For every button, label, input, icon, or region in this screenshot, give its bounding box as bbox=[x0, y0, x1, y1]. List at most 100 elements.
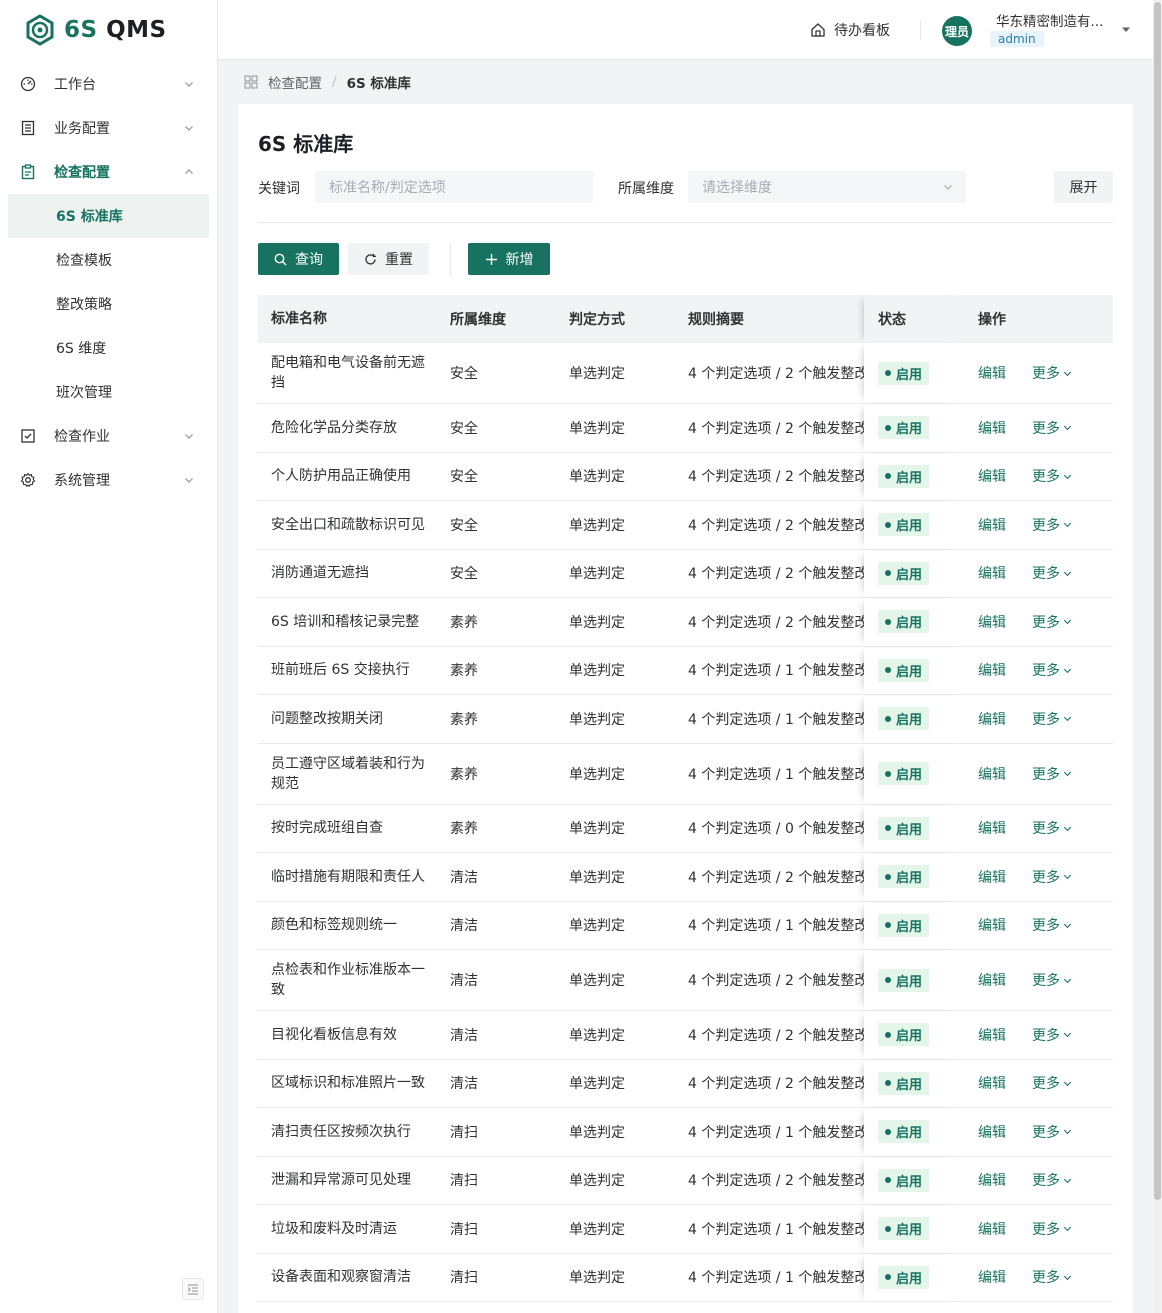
status-dot bbox=[885, 922, 891, 929]
edit-link[interactable]: 编辑 bbox=[978, 1025, 1006, 1045]
menu-workbench[interactable]: 工作台 bbox=[0, 62, 217, 106]
submenu-shift-management[interactable]: 班次管理 bbox=[0, 370, 217, 414]
role-badge: admin bbox=[990, 31, 1044, 47]
status-text: 启用 bbox=[896, 822, 923, 838]
cell-status: 启用 bbox=[864, 695, 964, 743]
breadcrumb-parent[interactable]: 检查配置 bbox=[268, 72, 322, 92]
submenu-6s-standard-library[interactable]: 6S 标准库 bbox=[8, 194, 209, 238]
brand-name: 6S QMS bbox=[64, 17, 167, 43]
cell-dimension: 清洁 bbox=[450, 869, 478, 886]
more-dropdown[interactable]: 更多 bbox=[1032, 709, 1073, 729]
submenu-inspection-template[interactable]: 检查模板 bbox=[0, 238, 217, 282]
submenu-rectification-strategy[interactable]: 整改策略 bbox=[0, 282, 217, 326]
dimension-select[interactable]: 请选择维度 bbox=[688, 171, 966, 203]
chevron-down-icon bbox=[1063, 474, 1072, 479]
more-dropdown[interactable]: 更多 bbox=[1032, 1219, 1073, 1239]
edit-link[interactable]: 编辑 bbox=[978, 915, 1006, 935]
edit-link[interactable]: 编辑 bbox=[978, 466, 1006, 486]
more-dropdown[interactable]: 更多 bbox=[1032, 818, 1073, 838]
cell-standard-name: 点检表和作业标准版本一致 bbox=[271, 962, 425, 998]
status-badge: 启用 bbox=[878, 561, 930, 585]
cell-dimension: 安全 bbox=[450, 420, 478, 437]
edit-link[interactable]: 编辑 bbox=[978, 764, 1006, 784]
menu-inspection-config[interactable]: 检查配置 bbox=[0, 150, 217, 194]
todo-board-link[interactable]: 待办看板 bbox=[810, 20, 890, 40]
more-dropdown[interactable]: 更多 bbox=[1032, 915, 1073, 935]
reset-button[interactable]: 重置 bbox=[348, 243, 429, 275]
avatar[interactable]: 理员 bbox=[942, 16, 972, 46]
add-button[interactable]: 新增 bbox=[468, 243, 550, 275]
edit-link[interactable]: 编辑 bbox=[978, 818, 1006, 838]
edit-link[interactable]: 编辑 bbox=[978, 612, 1006, 632]
chevron-down-icon bbox=[1063, 874, 1072, 880]
edit-link[interactable]: 编辑 bbox=[978, 418, 1006, 438]
edit-link[interactable]: 编辑 bbox=[978, 1267, 1006, 1287]
cell-standard-name: 区域标识和标准照片一致 bbox=[271, 1075, 425, 1092]
scrollbar-thumb[interactable] bbox=[1154, 2, 1161, 1200]
edit-link[interactable]: 编辑 bbox=[978, 1073, 1006, 1093]
more-dropdown[interactable]: 更多 bbox=[1032, 612, 1073, 632]
cell-judgement-mode: 单选判定 bbox=[569, 614, 625, 631]
cell-rule-summary: 4 个判定选项 / 1 个触发整改 bbox=[688, 918, 864, 935]
cell-dimension: 清扫 bbox=[450, 1124, 478, 1141]
edit-link[interactable]: 编辑 bbox=[978, 709, 1006, 729]
cell-rule-summary: 4 个判定选项 / 0 个触发整改 bbox=[688, 821, 864, 838]
more-dropdown[interactable]: 更多 bbox=[1032, 764, 1073, 784]
chevron-down-icon bbox=[1063, 1032, 1072, 1038]
edit-link[interactable]: 编辑 bbox=[978, 1170, 1006, 1190]
cell-dimension: 清洁 bbox=[450, 973, 478, 989]
company-name[interactable]: 华东精密制造有... bbox=[996, 10, 1103, 30]
more-dropdown[interactable]: 更多 bbox=[1032, 1073, 1073, 1093]
more-dropdown[interactable]: 更多 bbox=[1032, 363, 1073, 383]
table-row: 安全出口和疏散标识可见 安全 单选判定 4 个判定选项 / 2 个触发整改 启用 编辑 更多 bbox=[258, 501, 1113, 550]
status-badge: 启用 bbox=[878, 1023, 930, 1047]
more-dropdown[interactable]: 更多 bbox=[1032, 970, 1073, 990]
collapse-sidebar-button[interactable] bbox=[182, 1278, 204, 1300]
more-dropdown[interactable]: 更多 bbox=[1032, 515, 1073, 535]
more-dropdown[interactable]: 更多 bbox=[1032, 1025, 1073, 1045]
more-dropdown[interactable]: 更多 bbox=[1032, 660, 1073, 680]
submenu-6s-dimension[interactable]: 6S 维度 bbox=[0, 326, 217, 370]
caret-down-icon[interactable] bbox=[1121, 26, 1131, 34]
menu-inspection-work[interactable]: 检查作业 bbox=[0, 414, 217, 458]
chevron-down-icon bbox=[185, 478, 193, 483]
more-dropdown[interactable]: 更多 bbox=[1032, 1267, 1073, 1287]
query-button[interactable]: 查询 bbox=[258, 243, 339, 275]
edit-link[interactable]: 编辑 bbox=[978, 660, 1006, 680]
cell-dimension: 安全 bbox=[450, 517, 478, 534]
more-dropdown[interactable]: 更多 bbox=[1032, 1170, 1073, 1190]
keyword-input[interactable]: 标准名称/判定选项 bbox=[315, 171, 593, 203]
col-name-header: 标准名称 bbox=[271, 311, 327, 327]
dimension-select-placeholder: 请选择维度 bbox=[702, 180, 772, 196]
more-dropdown[interactable]: 更多 bbox=[1032, 867, 1073, 887]
more-dropdown[interactable]: 更多 bbox=[1032, 466, 1073, 486]
filter-divider bbox=[258, 222, 1113, 223]
edit-link[interactable]: 编辑 bbox=[978, 363, 1006, 383]
edit-link[interactable]: 编辑 bbox=[978, 1122, 1006, 1142]
edit-link[interactable]: 编辑 bbox=[978, 515, 1006, 535]
more-dropdown[interactable]: 更多 bbox=[1032, 563, 1073, 583]
edit-link[interactable]: 编辑 bbox=[978, 1219, 1006, 1239]
page-scrollbar[interactable] bbox=[1153, 0, 1162, 1313]
expand-filters-button[interactable]: 展开 bbox=[1054, 171, 1113, 203]
cell-rule-summary: 4 个判定选项 / 2 个触发整改 bbox=[688, 469, 864, 486]
cell-status: 启用 bbox=[864, 1108, 964, 1156]
edit-link[interactable]: 编辑 bbox=[978, 867, 1006, 887]
cell-dimension: 安全 bbox=[450, 366, 478, 382]
cell-judgement-mode: 单选判定 bbox=[569, 420, 625, 437]
edit-link[interactable]: 编辑 bbox=[978, 970, 1006, 990]
more-dropdown[interactable]: 更多 bbox=[1032, 1122, 1073, 1142]
cell-actions: 编辑 更多 bbox=[964, 660, 1113, 680]
status-dot bbox=[885, 618, 891, 625]
logo[interactable]: 6S QMS bbox=[0, 0, 217, 60]
cell-actions: 编辑 更多 bbox=[964, 563, 1113, 583]
edit-link[interactable]: 编辑 bbox=[978, 563, 1006, 583]
status-badge: 启用 bbox=[878, 707, 930, 731]
table-header: 标准名称 所属维度 判定方式 规则摘要 状态 操作 bbox=[258, 295, 1113, 343]
menu-business-config-label: 业务配置 bbox=[54, 121, 110, 137]
cell-actions: 编辑 更多 bbox=[964, 1073, 1113, 1093]
menu-business-config[interactable]: 业务配置 bbox=[0, 106, 217, 150]
menu-system-management[interactable]: 系统管理 bbox=[0, 458, 217, 502]
more-dropdown[interactable]: 更多 bbox=[1032, 418, 1073, 438]
cell-standard-name: 临时措施有期限和责任人 bbox=[271, 868, 425, 885]
